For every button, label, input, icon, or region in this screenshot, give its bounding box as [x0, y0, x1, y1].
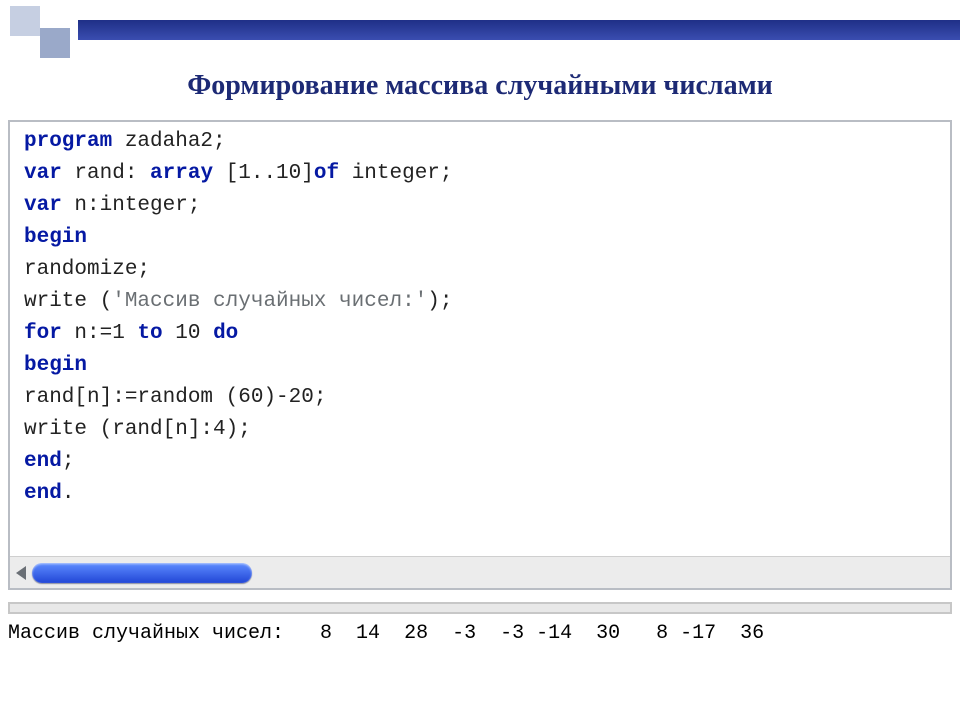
code-text: rand[n]:=random (60)-20; [24, 386, 326, 409]
code-text: integer; [339, 162, 452, 185]
keyword-end: end [24, 450, 62, 473]
panel-divider [8, 602, 952, 614]
code-text: . [62, 482, 75, 505]
header-decoration [0, 0, 960, 62]
slide: Формирование массива случайными числами … [0, 0, 960, 720]
console-output: Массив случайных чисел: 8 14 28 -3 -3 -1… [8, 622, 952, 645]
keyword-for: for [24, 322, 62, 345]
code-text: zadaha2; [112, 130, 225, 153]
keyword-of: of [314, 162, 339, 185]
code-text: 10 [163, 322, 213, 345]
deco-square-1 [10, 6, 40, 36]
code-text: ; [62, 450, 75, 473]
code-text: randomize; [24, 258, 150, 281]
keyword-end: end [24, 482, 62, 505]
code-text: rand: [62, 162, 150, 185]
code-area[interactable]: program zadaha2; var rand: array [1..10]… [10, 122, 950, 556]
code-text: n:=1 [62, 322, 138, 345]
keyword-do: do [213, 322, 238, 345]
code-text: write (rand[n]:4); [24, 418, 251, 441]
keyword-var: var [24, 162, 62, 185]
deco-bar [78, 20, 960, 40]
code-text: [1..10] [213, 162, 314, 185]
keyword-var: var [24, 194, 62, 217]
keyword-begin: begin [24, 226, 87, 249]
keyword-begin: begin [24, 354, 87, 377]
string-literal: 'Массив случайных чисел:' [112, 290, 427, 313]
code-editor: program zadaha2; var rand: array [1..10]… [8, 120, 952, 590]
keyword-to: to [137, 322, 162, 345]
deco-square-2 [40, 28, 70, 58]
scroll-thumb[interactable] [32, 563, 252, 583]
keyword-array: array [150, 162, 213, 185]
horizontal-scrollbar[interactable] [10, 556, 950, 588]
code-text: n:integer; [62, 194, 201, 217]
keyword-program: program [24, 130, 112, 153]
scroll-left-arrow-icon[interactable] [16, 566, 26, 580]
code-text: ); [427, 290, 452, 313]
slide-title: Формирование массива случайными числами [0, 70, 960, 102]
code-text: write ( [24, 290, 112, 313]
